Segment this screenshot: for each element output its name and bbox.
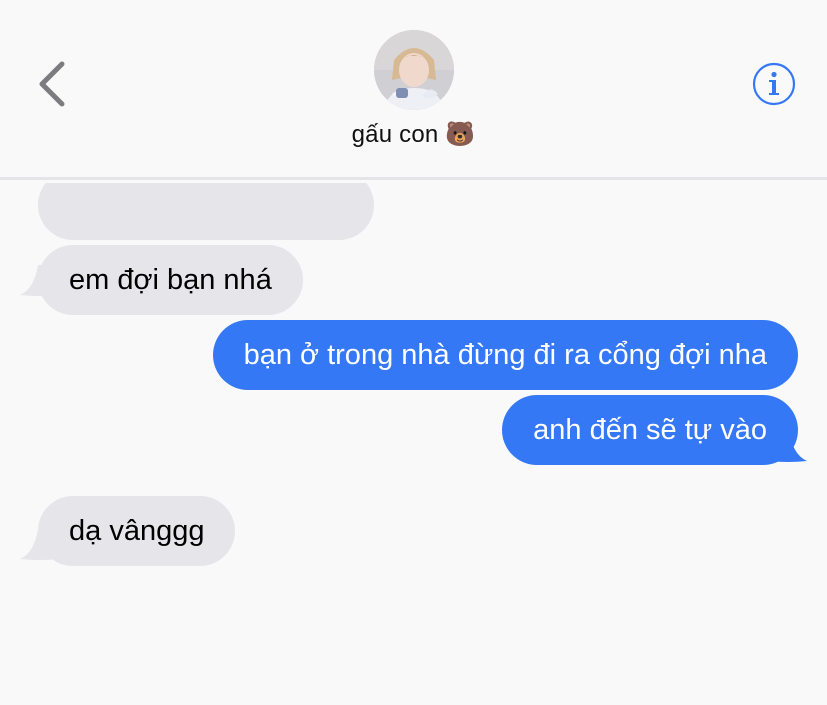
info-button[interactable] bbox=[752, 62, 796, 106]
message-thread[interactable]: em đợi bạn nhá bạn ở trong nhà đừng đi r… bbox=[0, 183, 827, 705]
message-bubble-outgoing[interactable]: bạn ở trong nhà đừng đi ra cổng đợi nha bbox=[212, 320, 798, 390]
chevron-left-icon bbox=[39, 61, 65, 107]
conversation-header: gấu con 🐻 bbox=[0, 0, 827, 180]
info-circle-icon bbox=[752, 62, 796, 106]
contact-name[interactable]: gấu con 🐻 bbox=[0, 120, 827, 149]
message-bubble-outgoing[interactable]: anh đến sẽ tự vào bbox=[502, 395, 798, 465]
avatar-photo bbox=[374, 30, 454, 110]
message-bubble-incoming[interactable]: em đợi bạn nhá bbox=[38, 245, 303, 315]
contact-avatar[interactable] bbox=[374, 30, 454, 110]
message-bubble-incoming[interactable]: dạ vânggg bbox=[38, 496, 236, 566]
back-button[interactable] bbox=[32, 58, 72, 110]
message-bubble-incoming[interactable] bbox=[38, 183, 374, 240]
